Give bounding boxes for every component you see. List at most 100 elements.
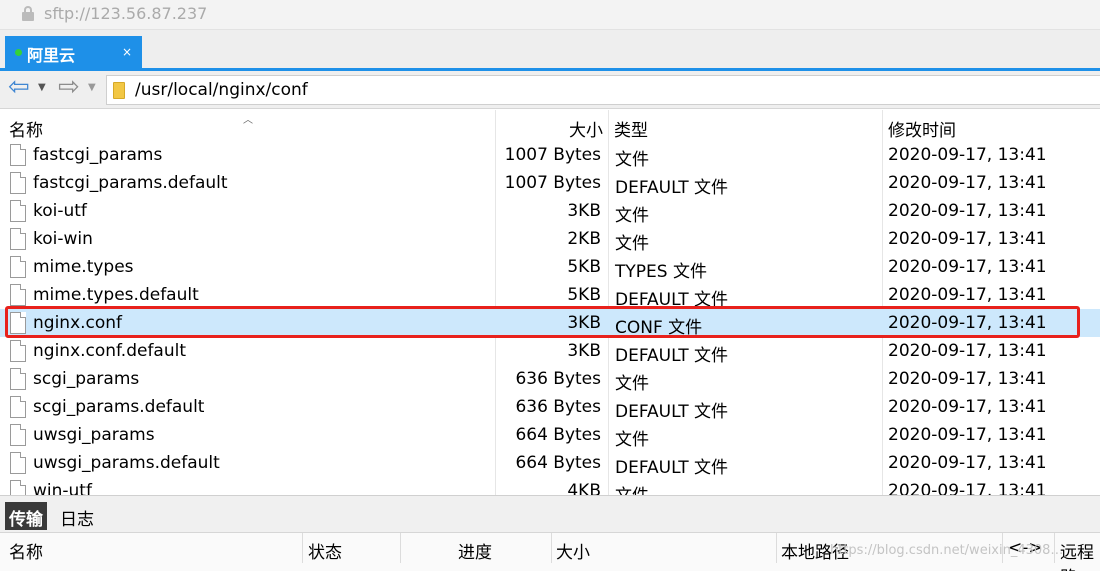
file-name: mime.types — [33, 257, 134, 277]
tab-label: 阿里云 — [27, 46, 76, 65]
column-divider[interactable] — [400, 533, 401, 563]
file-modified: 2020-09-17, 13:41 — [888, 285, 1047, 305]
sort-caret-icon: ︿ — [243, 115, 253, 126]
file-type: 文件 — [615, 206, 649, 226]
file-type: 文件 — [615, 374, 649, 394]
file-row[interactable]: koi-win 2KB 文件 2020-09-17, 13:41 — [0, 225, 1100, 254]
file-modified: 2020-09-17, 13:41 — [888, 369, 1047, 389]
file-icon — [10, 256, 26, 278]
file-size: 1007 Bytes — [504, 145, 601, 165]
column-divider[interactable] — [776, 533, 777, 563]
file-icon — [10, 368, 26, 390]
address-url[interactable]: sftp://123.56.87.237 — [44, 4, 207, 23]
transfer-column-size[interactable]: 大小 — [556, 538, 590, 563]
back-arrow-icon: ⇦ — [8, 72, 30, 102]
file-icon — [10, 340, 26, 362]
file-icon — [10, 228, 26, 250]
file-name: win-utf — [33, 481, 92, 495]
address-bar[interactable]: sftp://123.56.87.237 — [0, 0, 1100, 30]
file-size: 5KB — [567, 285, 601, 305]
file-modified: 2020-09-17, 13:41 — [888, 341, 1047, 361]
annotation-highlight — [5, 306, 1080, 338]
transfer-column-name[interactable]: 名称 — [9, 538, 43, 563]
file-icon — [10, 200, 26, 222]
file-name: nginx.conf.default — [33, 341, 187, 361]
file-size: 5KB — [567, 257, 601, 277]
file-name: mime.types.default — [33, 285, 199, 305]
back-button[interactable]: ⇦ ▼ — [8, 73, 52, 101]
path-input[interactable]: /usr/local/nginx/conf — [106, 75, 1100, 105]
current-path[interactable]: /usr/local/nginx/conf — [135, 80, 308, 100]
file-icon — [10, 396, 26, 418]
forward-arrow-icon: ⇨ — [58, 72, 80, 102]
file-size: 1007 Bytes — [504, 173, 601, 193]
transfer-column-remote[interactable]: 远程路 — [1060, 538, 1100, 571]
file-size: 664 Bytes — [515, 425, 601, 445]
file-icon — [10, 424, 26, 446]
close-icon[interactable]: × — [122, 45, 132, 59]
tab-strip: 阿里云 × — [0, 30, 1100, 69]
file-row[interactable]: scgi_params 636 Bytes 文件 2020-09-17, 13:41 — [0, 365, 1100, 394]
file-type: 文件 — [615, 150, 649, 170]
file-name: koi-win — [33, 229, 93, 249]
file-row[interactable]: fastcgi_params.default 1007 Bytes DEFAULT … — [0, 169, 1100, 198]
file-type: DEFAULT 文件 — [615, 178, 729, 198]
column-divider[interactable] — [302, 533, 303, 563]
file-size: 3KB — [567, 201, 601, 221]
column-divider[interactable] — [551, 533, 552, 563]
file-icon — [10, 284, 26, 306]
file-row[interactable]: scgi_params.default 636 Bytes DEFAULT 文件 20… — [0, 393, 1100, 422]
tab-aliyun[interactable]: 阿里云 × — [5, 36, 142, 69]
file-modified: 2020-09-17, 13:41 — [888, 201, 1047, 221]
watermark: https://blog.csdn.net/weixin_4308… — [830, 543, 1064, 558]
file-modified: 2020-09-17, 13:41 — [888, 481, 1047, 495]
file-list-header: ︿ 名称 大小 类型 修改时间 — [0, 110, 1100, 141]
file-name: uwsgi_params — [33, 425, 155, 445]
file-size: 2KB — [567, 229, 601, 249]
file-icon — [10, 144, 26, 166]
tab-log[interactable]: 日志 — [56, 502, 98, 530]
column-header-size[interactable]: 大小 — [569, 116, 603, 141]
file-row[interactable]: mime.types.default 5KB DEFAULT 文件 2020-09-1… — [0, 281, 1100, 310]
file-size: 636 Bytes — [515, 369, 601, 389]
tab-transfer[interactable]: 传输 — [5, 502, 47, 530]
file-modified: 2020-09-17, 13:41 — [888, 425, 1047, 445]
file-row[interactable]: uwsgi_params.default 664 Bytes DEFAULT 文件 2… — [0, 449, 1100, 478]
file-row[interactable]: uwsgi_params 664 Bytes 文件 2020-09-17, 13:41 — [0, 421, 1100, 450]
file-icon — [10, 480, 26, 495]
file-size: 664 Bytes — [515, 453, 601, 473]
file-size: 4KB — [567, 481, 601, 495]
file-name: koi-utf — [33, 201, 87, 221]
transfer-column-status[interactable]: 状态 — [308, 538, 342, 563]
transfer-column-progress[interactable]: 进度 — [458, 538, 492, 563]
folder-icon — [113, 82, 125, 99]
file-row[interactable]: mime.types 5KB TYPES 文件 2020-09-17, 13:41 — [0, 253, 1100, 282]
file-row[interactable]: koi-utf 3KB 文件 2020-09-17, 13:41 — [0, 197, 1100, 226]
column-header-modified[interactable]: 修改时间 — [888, 116, 956, 141]
file-type: 文件 — [615, 430, 649, 450]
file-modified: 2020-09-17, 13:41 — [888, 229, 1047, 249]
file-name: scgi_params — [33, 369, 140, 389]
file-name: fastcgi_params — [33, 145, 163, 165]
file-size: 636 Bytes — [515, 397, 601, 417]
file-type: 文件 — [615, 234, 649, 254]
file-name: uwsgi_params.default — [33, 453, 220, 473]
file-icon — [10, 452, 26, 474]
chevron-down-icon[interactable]: ▼ — [38, 82, 46, 93]
chevron-down-icon[interactable]: ▼ — [88, 82, 96, 93]
forward-button[interactable]: ⇨ ▼ — [58, 73, 102, 101]
file-modified: 2020-09-17, 13:41 — [888, 257, 1047, 277]
file-row[interactable]: nginx.conf.default 3KB DEFAULT 文件 2020-09-1… — [0, 337, 1100, 366]
file-type: 文件 — [615, 481, 649, 495]
file-row[interactable]: fastcgi_params 1007 Bytes 文件 2020-09-17, 13… — [0, 141, 1100, 170]
file-modified: 2020-09-17, 13:41 — [888, 145, 1047, 165]
file-name: scgi_params.default — [33, 397, 205, 417]
file-type: TYPES 文件 — [615, 262, 707, 282]
column-header-name[interactable]: 名称 — [9, 116, 43, 141]
column-header-type[interactable]: 类型 — [614, 116, 648, 141]
lock-icon — [22, 6, 34, 21]
file-row[interactable]: win-utf 4KB 文件 2020-09-17, 13:41 — [0, 477, 1100, 495]
bottom-panel-tabs: 传输 日志 — [0, 495, 1100, 533]
file-name: fastcgi_params.default — [33, 173, 228, 193]
file-modified: 2020-09-17, 13:41 — [888, 173, 1047, 193]
